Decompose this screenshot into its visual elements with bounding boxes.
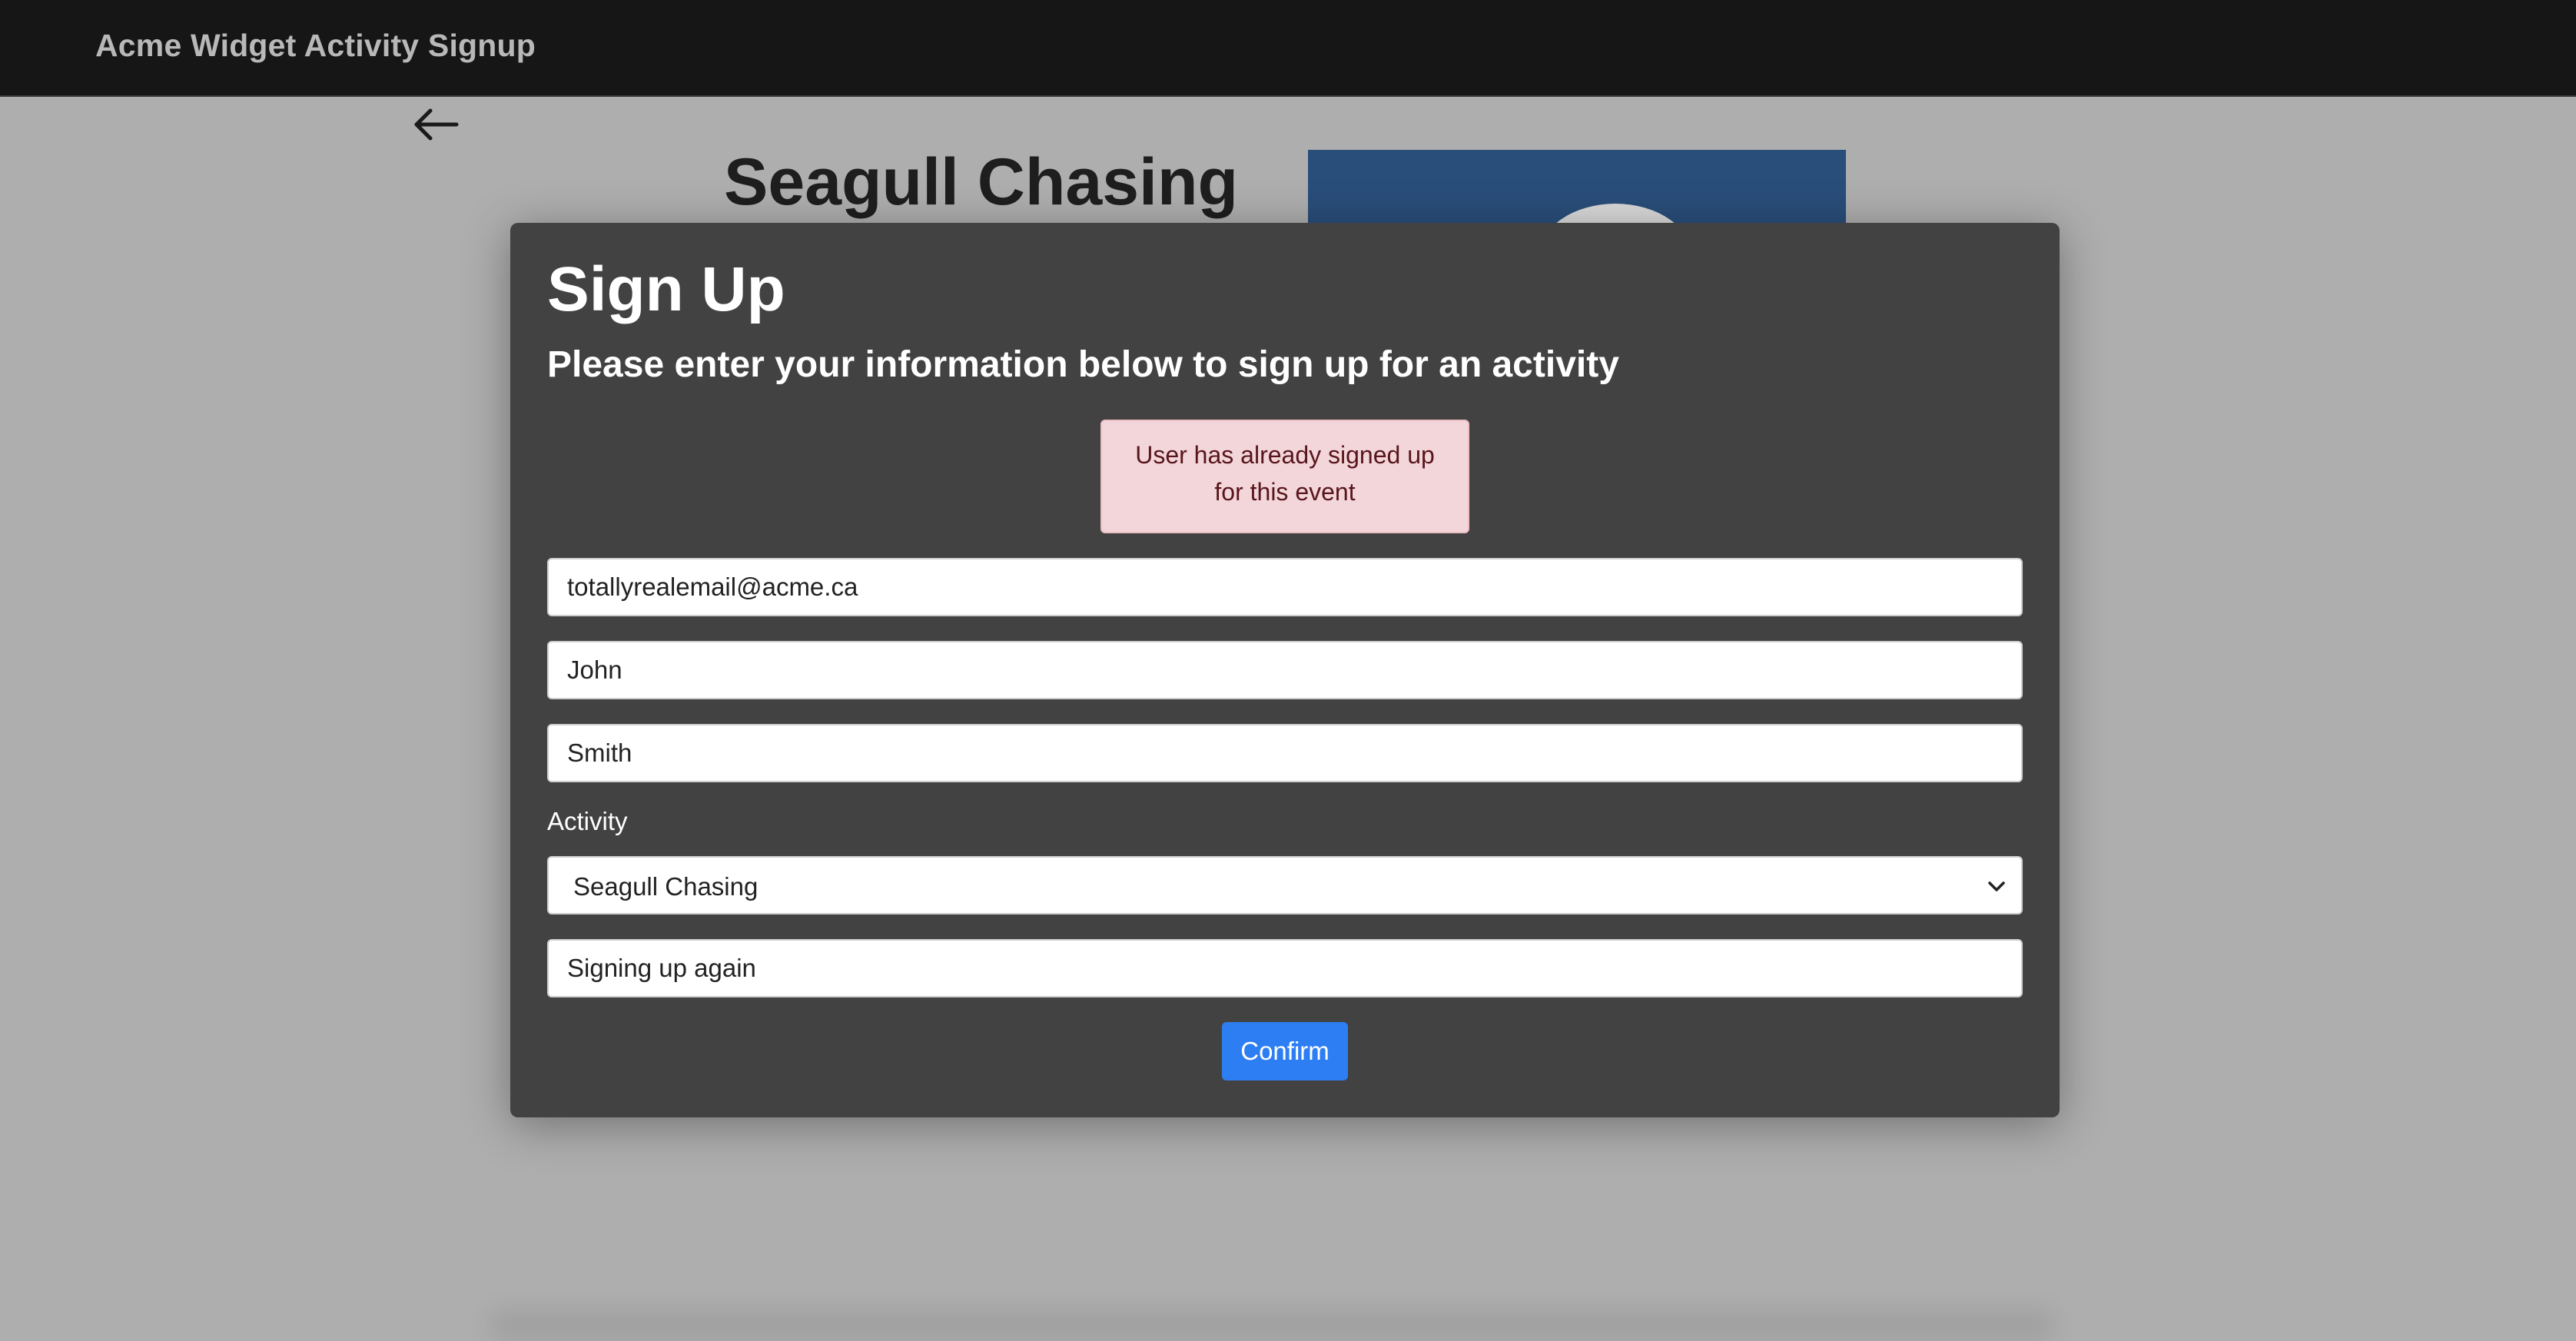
signup-modal: Sign Up Please enter your information be…: [510, 223, 2060, 1117]
activity-select-value: Seagull Chasing: [573, 872, 759, 901]
alert-line-2: for this event: [1214, 478, 1356, 506]
background-shadow: [492, 1310, 2052, 1341]
navbar: Acme Widget Activity Signup: [0, 0, 2576, 97]
chevron-down-icon: [1987, 879, 2006, 895]
modal-subtitle: Please enter your information below to s…: [547, 344, 1619, 385]
confirm-button[interactable]: Confirm: [1222, 1022, 1348, 1080]
error-alert: User has already signed up for this even…: [1100, 420, 1469, 533]
modal-title: Sign Up: [547, 254, 785, 324]
last-name-field[interactable]: [547, 724, 2023, 782]
comment-field[interactable]: [547, 939, 2023, 997]
page-title: Seagull Chasing: [724, 145, 1239, 219]
first-name-field[interactable]: [547, 641, 2023, 699]
email-field[interactable]: [547, 558, 2023, 616]
activity-select[interactable]: Seagull Chasing: [547, 856, 2023, 914]
brand-link[interactable]: Acme Widget Activity Signup: [95, 28, 536, 64]
activity-label: Activity: [547, 807, 628, 835]
arrow-left-icon[interactable]: [412, 100, 461, 149]
alert-line-1: User has already signed up: [1135, 441, 1435, 469]
